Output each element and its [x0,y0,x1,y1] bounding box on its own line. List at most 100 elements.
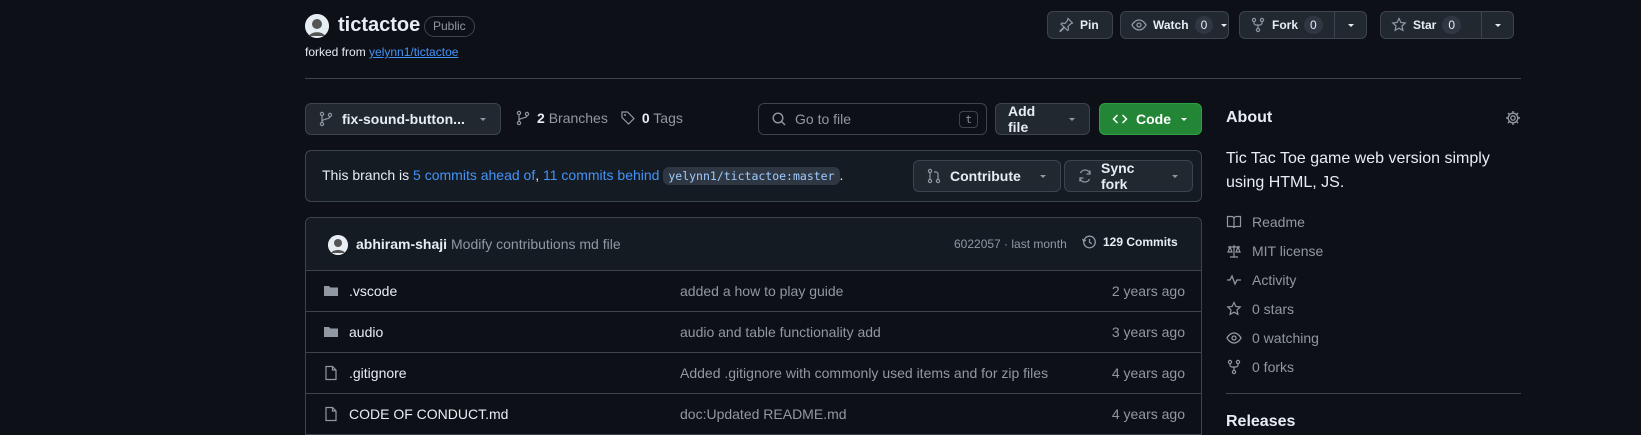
repo-name-link[interactable]: tictactoe [338,14,420,37]
tag-icon [620,110,636,126]
folder-icon [323,324,339,340]
search-icon [771,111,787,127]
star-label: Star [1413,18,1437,32]
chevron-down-icon [1067,114,1077,124]
search-shortcut-key: t [959,110,978,128]
chevron-down-icon [1219,20,1229,30]
stars-link[interactable]: 0 stars [1226,301,1294,317]
folder-icon [323,283,339,299]
license-link[interactable]: MIT license [1226,243,1323,259]
table-row[interactable]: CODE OF CONDUCT.md doc:Updated README.md… [306,394,1201,435]
readme-label: Readme [1252,214,1305,230]
watching-label: 0 watching [1252,330,1319,346]
file-name-link[interactable]: .gitignore [349,365,407,381]
file-commit-message[interactable]: audio and table functionality add [680,324,881,340]
contribute-button[interactable]: Contribute [913,160,1061,192]
branches-tags-links: 2 Branches 0 Tags [515,110,683,126]
visibility-badge: Public [424,16,475,37]
go-to-file-input[interactable]: Go to file t [758,103,987,135]
pin-icon [1058,17,1074,33]
fork-count: 0 [1304,16,1323,34]
about-heading: About [1226,109,1273,126]
file-name-link[interactable]: audio [349,324,383,340]
fork-icon [1250,17,1266,33]
star-dropdown[interactable] [1481,12,1513,38]
pin-button[interactable]: Pin [1047,11,1113,39]
commits-behind-link[interactable]: 11 commits behind [543,167,659,183]
branches-label: Branches [548,110,608,126]
activity-link[interactable]: Activity [1226,272,1296,288]
watching-link[interactable]: 0 watching [1226,330,1319,346]
watch-count: 0 [1194,16,1214,34]
law-icon [1226,243,1242,259]
eye-icon [1131,17,1147,33]
forks-label: 0 forks [1252,359,1295,375]
sync-icon [1077,168,1093,184]
branch-selector[interactable]: fix-sound-button... [305,103,501,135]
add-file-label: Add file [1008,103,1036,135]
table-row[interactable]: .gitignore Added .gitignore with commonl… [306,353,1201,394]
fork-button[interactable]: Fork 0 [1239,11,1367,39]
star-icon [1226,301,1242,317]
watch-button[interactable]: Watch 0 [1120,11,1229,39]
status-suffix: . [839,167,844,183]
file-browser: abhiram-shaji Modify contributions md fi… [305,217,1202,435]
star-button[interactable]: Star 0 [1380,11,1514,39]
upstream-branch-chip[interactable]: yelynn1/tictactoe:master [663,167,840,185]
fork-dropdown[interactable] [1334,12,1366,38]
file-date: 4 years ago [1111,365,1185,381]
commits-count-label: 129 Commits [1103,235,1178,249]
file-icon [323,406,339,422]
file-name-link[interactable]: CODE OF CONDUCT.md [349,406,508,422]
file-commit-message[interactable]: added a how to play guide [680,283,843,299]
repo-owner-avatar[interactable] [305,14,329,38]
star-icon [1391,17,1407,33]
forked-from-link[interactable]: yelynn1/tictactoe [369,45,458,59]
pulse-icon [1226,272,1242,288]
branches-link[interactable]: 2 Branches [537,110,608,126]
releases-heading[interactable]: Releases [1226,413,1295,431]
branches-count: 2 [537,110,545,126]
avatar[interactable] [328,235,348,255]
latest-commit-bar: abhiram-shaji Modify contributions md fi… [306,218,1201,271]
sync-fork-button[interactable]: Sync fork [1064,160,1193,192]
readme-link[interactable]: Readme [1226,214,1305,230]
branches-icon [515,110,531,126]
commit-author-link[interactable]: abhiram-shaji [356,236,447,252]
branch-status-text: This branch is 5 commits ahead of, 11 co… [322,167,844,185]
tags-link[interactable]: 0 Tags [642,110,683,126]
search-placeholder: Go to file [795,111,852,127]
chevron-down-icon [478,114,488,124]
table-row[interactable]: .vscode added a how to play guide 2 year… [306,271,1201,312]
contribute-label: Contribute [950,168,1021,184]
file-commit-message[interactable]: Added .gitignore with commonly used item… [680,365,1048,381]
file-name-link[interactable]: .vscode [349,283,397,299]
fork-label: Fork [1272,18,1299,32]
commit-message-link[interactable]: Modify contributions md file [451,236,621,252]
code-label: Code [1136,111,1171,127]
add-file-button[interactable]: Add file [995,103,1090,135]
commit-hash-time[interactable]: 6022057 · last month [954,237,1067,251]
star-count: 0 [1442,16,1462,34]
commits-history-link[interactable]: 129 Commits [1081,234,1178,250]
chevron-down-icon [1170,171,1180,181]
tags-count: 0 [641,110,650,126]
chevron-down-icon [1493,20,1503,30]
book-icon [1226,214,1242,230]
forked-from-prefix: forked from [305,45,366,59]
table-row[interactable]: audio audio and table functionality add … [306,312,1201,353]
file-commit-message[interactable]: doc:Updated README.md [680,406,847,422]
activity-label: Activity [1252,272,1297,288]
file-icon [323,365,339,381]
gear-icon[interactable] [1505,110,1521,126]
branch-name: fix-sound-button... [342,111,465,127]
chevron-down-icon [1038,171,1048,181]
commits-ahead-link[interactable]: 5 commits ahead of [413,167,535,183]
history-icon [1081,234,1097,250]
branch-icon [318,111,334,127]
sync-fork-label: Sync fork [1101,160,1135,192]
fork-icon [1226,359,1242,375]
forks-link[interactable]: 0 forks [1226,359,1294,375]
code-button[interactable]: Code [1099,103,1202,135]
about-description: Tic Tac Toe game web version simply usin… [1226,150,1490,191]
